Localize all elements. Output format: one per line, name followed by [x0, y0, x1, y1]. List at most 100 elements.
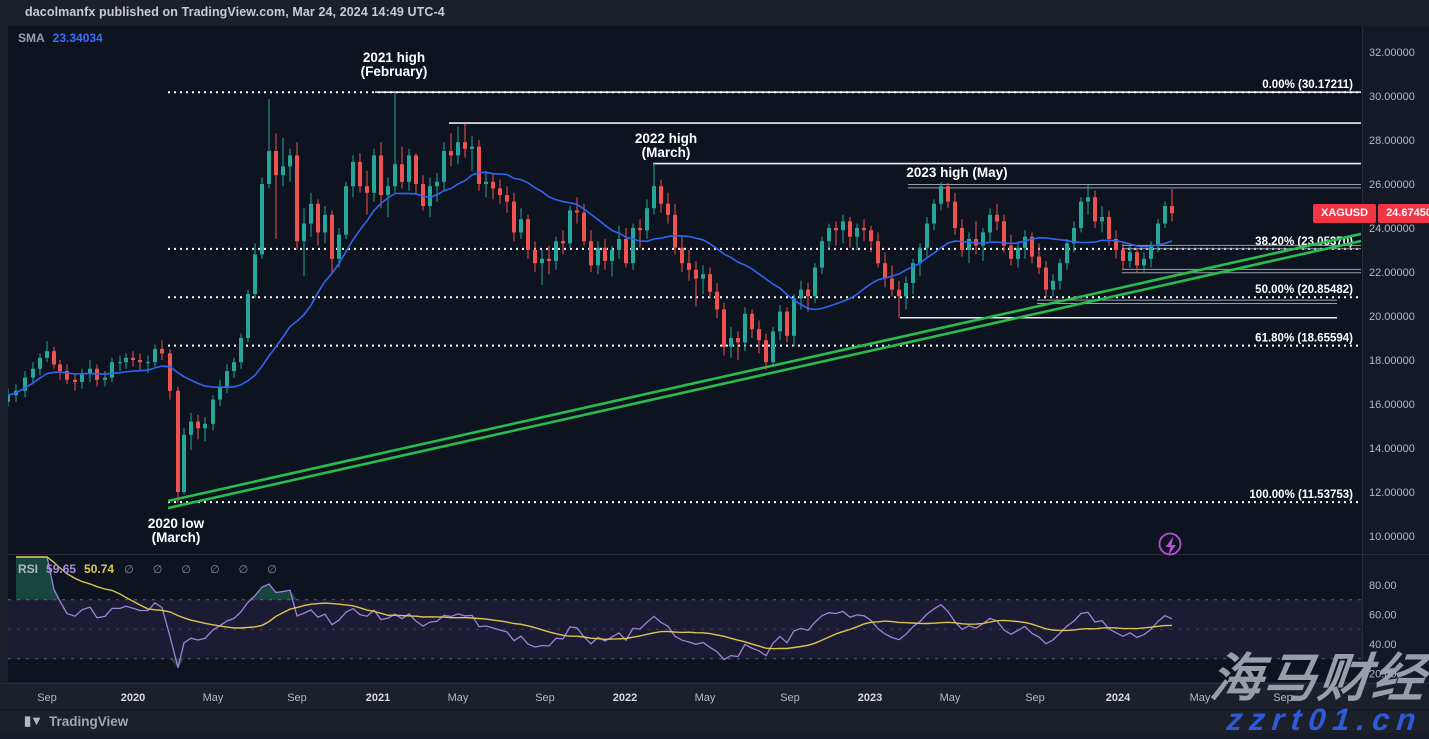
trend-line: [168, 234, 1361, 501]
candle-body: [820, 241, 824, 267]
rsi-value: 59.65: [46, 562, 76, 576]
candle-body: [88, 369, 92, 373]
tradingview-attribution[interactable]: ▮▼ TradingView: [24, 713, 128, 729]
candle-body: [827, 228, 831, 241]
candle-body: [1044, 268, 1048, 290]
candle-body: [694, 270, 698, 279]
candle-body: [932, 204, 936, 224]
chart-annotation: (March): [642, 145, 691, 160]
candle-body: [138, 360, 142, 362]
candle-body: [876, 241, 880, 263]
chart-canvas[interactable]: 0.00% (30.17211)38.20% (23.05370)50.00% …: [0, 0, 1429, 739]
candle-body: [575, 210, 579, 212]
candle-body: [225, 371, 229, 386]
candle-body: [203, 424, 207, 428]
candle-body: [400, 164, 404, 182]
price-axis-label: 22.00000: [1369, 267, 1415, 279]
candle-body: [617, 239, 621, 250]
candle-body: [31, 369, 35, 378]
candle-body: [498, 188, 502, 195]
candle-body: [1135, 252, 1139, 265]
time-axis-label: May: [448, 692, 469, 704]
candle-body: [110, 362, 114, 377]
price-axis-label: 32.00000: [1369, 47, 1415, 59]
rsi-legend[interactable]: RSI59.6550.74∅ ∅ ∅ ∅ ∅ ∅: [18, 562, 285, 576]
candle-body: [890, 279, 894, 290]
candle-body: [288, 155, 292, 166]
candle-body: [124, 358, 128, 362]
candle-body: [582, 213, 586, 242]
candle-body: [1170, 206, 1174, 213]
time-axis-label: 2020: [121, 692, 145, 704]
candle-body: [764, 340, 768, 362]
candle-body: [995, 215, 999, 222]
candle-body: [1149, 246, 1153, 259]
rsi-empty-markers: ∅ ∅ ∅ ∅ ∅ ∅: [124, 564, 285, 576]
fib-level-label: 61.80% (18.65594): [1255, 333, 1353, 345]
time-axis-label: Sep: [1025, 692, 1045, 704]
candle-body: [946, 186, 950, 201]
bottom-bar: [0, 733, 1429, 739]
candle-body: [771, 331, 775, 362]
candle-body: [568, 210, 572, 243]
candle-body: [365, 186, 369, 193]
price-axis-label: 26.00000: [1369, 179, 1415, 191]
candle-body: [176, 391, 180, 492]
candle-body: [344, 186, 348, 234]
candle-body: [722, 309, 726, 346]
candle-body: [883, 263, 887, 278]
candle-body: [1100, 217, 1104, 221]
time-axis-label: Sep: [535, 692, 555, 704]
candle-body: [806, 290, 810, 297]
candle-body: [239, 338, 243, 362]
rsi-oversold-fill: [16, 659, 1172, 668]
candle-body: [477, 147, 481, 184]
chart-annotation: 2022 high: [635, 131, 697, 146]
chart-annotation: 2023 high (May): [906, 165, 1007, 180]
candle-body: [743, 314, 747, 343]
rsi-axis-label: 60.00: [1369, 610, 1397, 622]
candle-body: [337, 235, 341, 259]
candle-body: [1107, 217, 1111, 239]
candle-body: [146, 362, 150, 363]
candle-body: [484, 182, 488, 184]
candle-body: [729, 338, 733, 347]
candle-body: [533, 250, 537, 263]
candle-body: [855, 228, 859, 237]
sma-legend[interactable]: SMA 23.34034: [18, 31, 103, 45]
candle-body: [904, 283, 908, 296]
time-axis-label: May: [695, 692, 716, 704]
candle-body: [1065, 243, 1069, 263]
candle-body: [267, 151, 271, 184]
candle-body: [1142, 259, 1146, 266]
candle-body: [435, 182, 439, 186]
candle-body: [736, 338, 740, 342]
candle-body: [58, 364, 62, 371]
candle-body: [967, 239, 971, 250]
candle-body: [813, 268, 817, 297]
candle-body: [103, 378, 107, 380]
candle-body: [372, 155, 376, 192]
candle-body: [274, 151, 278, 175]
lightning-boost-icon[interactable]: [1160, 534, 1181, 556]
chart-annotation: 2020 low: [148, 516, 205, 531]
time-axis-label: Sep: [780, 692, 800, 704]
candle-body: [302, 224, 306, 242]
candle-body: [603, 248, 607, 261]
candle-body: [841, 221, 845, 230]
candle-body: [131, 358, 135, 360]
time-axis-label: Sep: [37, 692, 57, 704]
time-axis-label: 2024: [1106, 692, 1131, 704]
candle-body: [232, 362, 236, 371]
price-axis-label: 20.00000: [1369, 311, 1415, 323]
sma-label: SMA: [18, 31, 45, 45]
candle-body: [463, 142, 467, 149]
sma-value: 23.34034: [53, 31, 103, 45]
candle-body: [316, 204, 320, 233]
candle-body: [519, 219, 523, 232]
candle-body: [295, 155, 299, 241]
candle-body: [281, 166, 285, 175]
candle-body: [246, 294, 250, 338]
candle-body: [6, 395, 10, 402]
candle-body: [160, 349, 164, 353]
